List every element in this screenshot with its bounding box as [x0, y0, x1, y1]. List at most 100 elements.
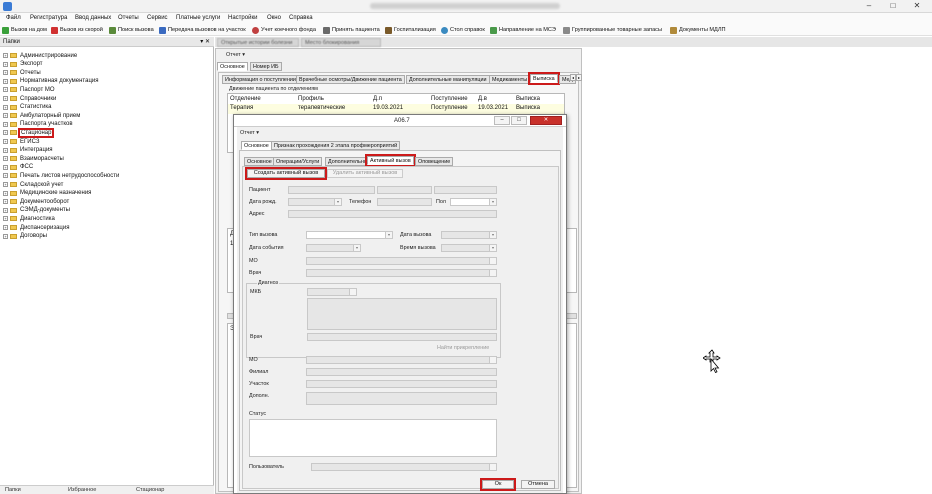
- menu-window[interactable]: Окно: [267, 15, 281, 21]
- call-type-select[interactable]: ▾: [306, 231, 393, 239]
- dialog-subtab-extra[interactable]: Дополнительно: [325, 157, 370, 166]
- toolbar-info-desk[interactable]: Стол справок: [441, 25, 485, 35]
- table-row[interactable]: Терапия терапевтические 19.03.2021 Посту…: [228, 104, 564, 114]
- expand-icon[interactable]: +: [3, 182, 8, 187]
- toolbar-grouped-stock[interactable]: Группированные товарные запасы: [563, 25, 662, 35]
- dialog-subtab-main[interactable]: Основное: [244, 157, 275, 166]
- close-icon[interactable]: ✕: [906, 1, 928, 12]
- dialog-tab-main[interactable]: Основное: [241, 141, 272, 150]
- extra-field[interactable]: [306, 392, 497, 405]
- menu-settings[interactable]: Настройки: [228, 15, 257, 21]
- expand-icon[interactable]: +: [3, 61, 8, 67]
- dialog-minimize-icon[interactable]: –: [494, 116, 510, 125]
- tab-case-number[interactable]: Номер ИБ: [250, 62, 282, 71]
- minimize-icon[interactable]: –: [858, 1, 880, 12]
- toolbar-accept-patient[interactable]: Принять пациента: [323, 25, 380, 35]
- tabs-right-arrow-icon[interactable]: ▸: [576, 74, 582, 81]
- toolbar-home-call[interactable]: Вызов на дом: [2, 25, 47, 35]
- user-field[interactable]: [311, 463, 497, 471]
- doctor2-field[interactable]: [307, 333, 497, 341]
- expand-icon[interactable]: +: [3, 130, 8, 136]
- dialog-subtab-operations[interactable]: Операции/Услуги: [273, 157, 323, 166]
- status-textarea[interactable]: [249, 419, 497, 457]
- find-attachment-link[interactable]: Найти прикрепление: [437, 345, 489, 351]
- branch-field[interactable]: [306, 368, 497, 376]
- expand-icon[interactable]: +: [3, 121, 8, 127]
- mo-field[interactable]: [306, 257, 497, 265]
- expand-icon[interactable]: +: [3, 156, 8, 162]
- menu-help[interactable]: Справка: [289, 15, 313, 21]
- tab-folders[interactable]: Папки: [5, 487, 21, 493]
- menu-data-input[interactable]: Ввод данных: [75, 15, 111, 21]
- patient-field[interactable]: [288, 186, 375, 194]
- expand-icon[interactable]: +: [3, 78, 8, 84]
- menu-reports[interactable]: Отчеты: [118, 15, 139, 21]
- dob-field[interactable]: ▾: [288, 198, 342, 206]
- dob-dropdown-icon[interactable]: ▾: [334, 199, 341, 205]
- user-dropdown-icon[interactable]: [489, 464, 496, 470]
- toolbar-ambulance-call[interactable]: Вызов из скорой: [51, 25, 103, 35]
- dialog-close-icon[interactable]: ✕: [530, 116, 562, 125]
- toolbar-mse-referral[interactable]: Направление на МСЭ: [490, 25, 556, 35]
- toolbar-transfer-calls[interactable]: Передача вызовов на участок: [159, 25, 246, 35]
- mo2-field[interactable]: [306, 356, 497, 364]
- subtab-doctor-exams[interactable]: Врачебные осмотры/Движение пациента: [296, 75, 405, 84]
- site-field[interactable]: [306, 380, 497, 388]
- doctor-field[interactable]: [306, 269, 497, 277]
- dialog-subtab-active-call[interactable]: Активный вызов: [365, 154, 416, 167]
- call-time-dropdown-icon[interactable]: ▾: [489, 245, 496, 251]
- subtab-discharge[interactable]: Выписка: [528, 72, 560, 85]
- menu-paid[interactable]: Платные услуги: [176, 15, 220, 21]
- dialog-subtab-notification[interactable]: Оповещение: [415, 157, 454, 166]
- call-date-dropdown-icon[interactable]: ▾: [489, 232, 496, 238]
- doctor-dropdown-icon[interactable]: [489, 270, 496, 276]
- dialog-maximize-icon[interactable]: □: [511, 116, 527, 125]
- address-field[interactable]: [288, 210, 497, 218]
- patient-field-2[interactable]: [377, 186, 432, 194]
- expand-icon[interactable]: +: [3, 53, 8, 58]
- expand-icon[interactable]: +: [3, 190, 8, 196]
- toolbar-bed-fund[interactable]: Учет коечного фонда: [252, 25, 316, 35]
- expand-icon[interactable]: +: [3, 216, 8, 222]
- subtab-medications[interactable]: Медикаменты: [489, 75, 531, 84]
- expand-icon[interactable]: +: [3, 207, 8, 213]
- mkb-dropdown-icon[interactable]: [349, 289, 356, 295]
- tab-favorites[interactable]: Избранное: [68, 487, 96, 493]
- create-active-call-button[interactable]: Создать активный вызов: [245, 167, 327, 180]
- delete-active-call-button[interactable]: Удалить активный вызов: [327, 169, 403, 178]
- expand-icon[interactable]: +: [3, 147, 8, 153]
- maximize-icon[interactable]: □: [882, 1, 904, 12]
- expand-icon[interactable]: +: [3, 173, 8, 179]
- expand-icon[interactable]: +: [3, 113, 8, 119]
- expand-icon[interactable]: +: [3, 139, 8, 144]
- dialog-report-menu[interactable]: Отчет ▾: [240, 130, 259, 136]
- menu-service[interactable]: Сервис: [147, 15, 168, 21]
- call-type-dropdown-icon[interactable]: ▾: [385, 232, 392, 238]
- ok-button[interactable]: Ок: [480, 478, 516, 491]
- cancel-button[interactable]: Отмена: [521, 480, 555, 489]
- mo2-dropdown-icon[interactable]: [489, 357, 496, 363]
- expand-icon[interactable]: +: [3, 225, 8, 230]
- dialog-tab-prof-stage2[interactable]: Признак прохождения 2 этапа профмероприя…: [271, 141, 401, 150]
- event-date-field[interactable]: ▾: [306, 244, 361, 252]
- tree-item[interactable]: + Договоры: [0, 232, 47, 241]
- toolbar-search-call[interactable]: Поиск вызова: [109, 25, 154, 35]
- expand-icon[interactable]: +: [3, 96, 8, 101]
- expand-icon[interactable]: +: [3, 104, 8, 110]
- diagnosis-text-field[interactable]: [307, 298, 497, 330]
- tab-main[interactable]: Основное: [217, 62, 248, 71]
- expand-icon[interactable]: +: [3, 164, 8, 170]
- doc-tab-open-histories[interactable]: Открытые истории болезни: [217, 38, 299, 47]
- toolbar-mdlp-docs[interactable]: Документы МДЛП: [670, 25, 726, 35]
- mo-dropdown-icon[interactable]: [489, 258, 496, 264]
- sex-dropdown-icon[interactable]: ▾: [489, 199, 496, 205]
- event-date-dropdown-icon[interactable]: ▾: [353, 245, 360, 251]
- subtab-extra-manipulations[interactable]: Дополнительные манипуляции: [406, 75, 490, 84]
- mkb-field[interactable]: [307, 288, 357, 296]
- toolbar-hospitalization[interactable]: Госпитализация: [385, 25, 436, 35]
- menu-registry[interactable]: Регистратура: [30, 15, 67, 21]
- sex-select[interactable]: ▾: [450, 198, 497, 206]
- expand-icon[interactable]: +: [3, 199, 8, 205]
- subtab-admission-info[interactable]: Информация о поступлении: [222, 75, 299, 84]
- expand-icon[interactable]: +: [3, 233, 8, 239]
